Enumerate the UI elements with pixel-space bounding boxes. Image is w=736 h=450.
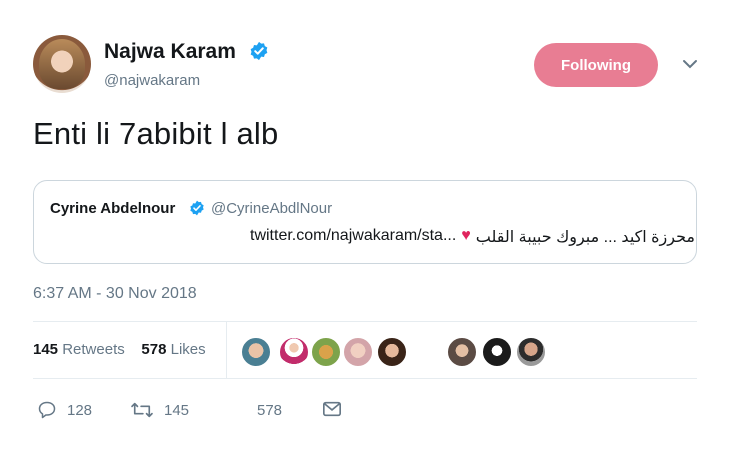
liker-avatar[interactable]: [516, 337, 546, 367]
liker-avatar[interactable]: [377, 337, 407, 367]
like-count: 578: [257, 401, 283, 419]
likes-stat[interactable]: 578 Likes: [141, 341, 205, 358]
quoted-author-handle: @CyrineAbdlNour: [211, 200, 333, 217]
retweet-button[interactable]: 145: [130, 400, 189, 420]
direct-message-button[interactable]: [322, 400, 352, 418]
liker-avatar[interactable]: [343, 337, 373, 367]
divider: [33, 378, 697, 379]
chevron-down-icon[interactable]: [681, 57, 699, 71]
tweet-text: Enti li 7abibit l alb: [33, 116, 279, 151]
retweets-stat[interactable]: 145 Retweets: [33, 341, 125, 358]
verified-badge-icon: [190, 200, 204, 216]
quoted-tweet-text: محرزة اكيد ... مبروك حبيبة القلب ♥ twitt…: [250, 227, 695, 247]
divider: [33, 321, 697, 322]
author-avatar[interactable]: [33, 35, 91, 93]
reply-button[interactable]: 128: [37, 400, 92, 420]
liker-avatar[interactable]: [279, 337, 309, 367]
divider: [226, 322, 227, 379]
heart-icon: [230, 404, 244, 418]
author-name[interactable]: Najwa Karam: [104, 40, 236, 64]
verified-badge-icon: [250, 41, 268, 61]
heart-emoji-icon: ♥: [461, 227, 471, 244]
liker-avatar[interactable]: [482, 337, 512, 367]
retweet-count: 145: [164, 401, 190, 419]
quoted-link[interactable]: twitter.com/najwakaram/sta...: [250, 227, 456, 247]
reply-icon: [38, 401, 56, 419]
quoted-text-arabic: محرزة اكيد ... مبروك حبيبة القلب: [475, 229, 695, 246]
envelope-icon: [323, 401, 341, 417]
liker-avatar[interactable]: [447, 337, 477, 367]
liker-avatar[interactable]: [311, 337, 341, 367]
engagement-stats: 145 Retweets 578 Likes: [33, 341, 206, 358]
reply-count: 128: [67, 401, 93, 419]
quoted-tweet-card[interactable]: [33, 180, 697, 264]
author-handle[interactable]: @najwakaram: [104, 72, 200, 89]
quoted-author-name: Cyrine Abdelnour: [50, 200, 176, 217]
tweet-timestamp[interactable]: 6:37 AM - 30 Nov 2018: [33, 285, 197, 303]
retweet-icon: [131, 402, 153, 418]
like-button[interactable]: 578: [227, 400, 282, 420]
liker-avatar[interactable]: [241, 337, 271, 367]
following-button[interactable]: Following: [534, 43, 658, 87]
